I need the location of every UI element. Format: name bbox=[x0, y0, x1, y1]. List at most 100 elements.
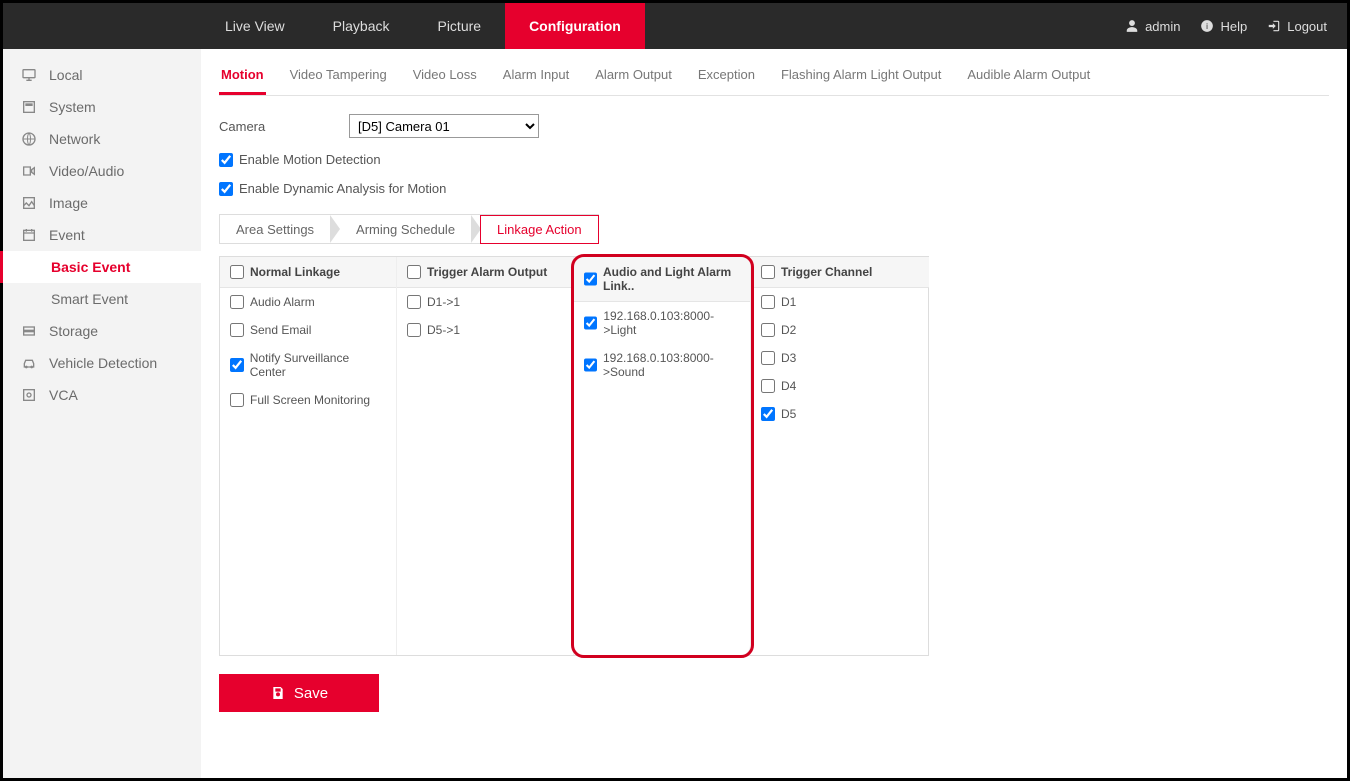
calendar-icon bbox=[21, 227, 37, 243]
enable-motion-label: Enable Motion Detection bbox=[239, 152, 381, 167]
subtab-motion[interactable]: Motion bbox=[219, 61, 266, 95]
subtab-alarm-input[interactable]: Alarm Input bbox=[501, 61, 571, 95]
linkage-col-normal: Normal Linkage Audio Alarm Send Email No… bbox=[220, 257, 397, 655]
topnav-picture[interactable]: Picture bbox=[413, 3, 505, 49]
row-checkbox[interactable] bbox=[584, 358, 597, 372]
col-header-label: Audio and Light Alarm Link.. bbox=[603, 265, 740, 293]
save-button[interactable]: Save bbox=[219, 674, 379, 712]
linkage-row: Notify Surveillance Center bbox=[220, 344, 396, 386]
sidebar-item-label: Vehicle Detection bbox=[49, 355, 157, 371]
row-checkbox[interactable] bbox=[230, 393, 244, 407]
topbar-spacer bbox=[3, 3, 201, 49]
row-label: Send Email bbox=[250, 323, 311, 337]
linkage-row: D2 bbox=[751, 316, 929, 344]
row-checkbox[interactable] bbox=[407, 295, 421, 309]
enable-dynamic-checkbox[interactable] bbox=[219, 182, 233, 196]
row-checkbox[interactable] bbox=[761, 295, 775, 309]
linkage-col-trigger-alarm: Trigger Alarm Output D1->1 D5->1 bbox=[397, 257, 574, 655]
help-icon: i bbox=[1200, 19, 1214, 33]
linkage-row: D5 bbox=[751, 400, 929, 428]
row-label: D2 bbox=[781, 323, 796, 337]
sidebar-item-label: Image bbox=[49, 195, 88, 211]
vehicle-icon bbox=[21, 355, 37, 371]
row-checkbox[interactable] bbox=[761, 407, 775, 421]
col-header-label: Normal Linkage bbox=[250, 265, 340, 279]
enable-motion-checkbox[interactable] bbox=[219, 153, 233, 167]
row-checkbox[interactable] bbox=[230, 323, 244, 337]
help-label: Help bbox=[1220, 19, 1247, 34]
row-checkbox[interactable] bbox=[761, 323, 775, 337]
enable-dynamic-label: Enable Dynamic Analysis for Motion bbox=[239, 181, 446, 196]
linkage-table: Normal Linkage Audio Alarm Send Email No… bbox=[219, 256, 929, 656]
sidebar-item-system[interactable]: System bbox=[3, 91, 201, 123]
sidebar-item-vehicle-detection[interactable]: Vehicle Detection bbox=[3, 347, 201, 379]
sidebar-item-label: Local bbox=[49, 67, 82, 83]
col-header: Trigger Alarm Output bbox=[397, 257, 573, 288]
row-label: Notify Surveillance Center bbox=[250, 351, 386, 379]
row-checkbox[interactable] bbox=[230, 358, 244, 372]
row-checkbox[interactable] bbox=[230, 295, 244, 309]
logout-label: Logout bbox=[1287, 19, 1327, 34]
sidebar-item-label: System bbox=[49, 99, 96, 115]
row-label: D5 bbox=[781, 407, 796, 421]
sidebar-item-image[interactable]: Image bbox=[3, 187, 201, 219]
col-header-label: Trigger Channel bbox=[781, 265, 872, 279]
col-header-checkbox[interactable] bbox=[584, 272, 597, 286]
row-label: D1 bbox=[781, 295, 796, 309]
sidebar-item-storage[interactable]: Storage bbox=[3, 315, 201, 347]
sidebar-sub-smart-event[interactable]: Smart Event bbox=[3, 283, 201, 315]
col-header-checkbox[interactable] bbox=[407, 265, 421, 279]
sidebar-item-vca[interactable]: VCA bbox=[3, 379, 201, 411]
stepper-sep-icon bbox=[330, 215, 340, 243]
sidebar-item-event[interactable]: Event bbox=[3, 219, 201, 251]
subtab-flashing-alarm[interactable]: Flashing Alarm Light Output bbox=[779, 61, 943, 95]
subtab-video-tampering[interactable]: Video Tampering bbox=[288, 61, 389, 95]
row-label: D3 bbox=[781, 351, 796, 365]
topnav-configuration[interactable]: Configuration bbox=[505, 3, 645, 49]
stepper: Area Settings Arming Schedule Linkage Ac… bbox=[219, 214, 599, 244]
sidebar-item-network[interactable]: Network bbox=[3, 123, 201, 155]
save-icon bbox=[270, 685, 286, 701]
content: Motion Video Tampering Video Loss Alarm … bbox=[201, 49, 1347, 778]
col-header: Normal Linkage bbox=[220, 257, 396, 288]
linkage-row: D4 bbox=[751, 372, 929, 400]
row-checkbox[interactable] bbox=[407, 323, 421, 337]
col-header-checkbox[interactable] bbox=[230, 265, 244, 279]
sidebar-item-local[interactable]: Local bbox=[3, 59, 201, 91]
camera-select[interactable]: [D5] Camera 01 bbox=[349, 114, 539, 138]
subtab-alarm-output[interactable]: Alarm Output bbox=[593, 61, 674, 95]
sidebar-sub-basic-event[interactable]: Basic Event bbox=[0, 251, 201, 283]
step-arming-schedule[interactable]: Arming Schedule bbox=[340, 216, 471, 243]
linkage-row: Full Screen Monitoring bbox=[220, 386, 396, 414]
row-label: D4 bbox=[781, 379, 796, 393]
image-icon bbox=[21, 195, 37, 211]
col-header-checkbox[interactable] bbox=[761, 265, 775, 279]
step-area-settings[interactable]: Area Settings bbox=[220, 216, 330, 243]
subtab-exception[interactable]: Exception bbox=[696, 61, 757, 95]
enable-motion-row: Enable Motion Detection bbox=[219, 152, 1329, 167]
user-label: admin bbox=[1145, 19, 1180, 34]
linkage-row: D3 bbox=[751, 344, 929, 372]
svg-text:i: i bbox=[1207, 22, 1209, 31]
subtab-audible-alarm[interactable]: Audible Alarm Output bbox=[965, 61, 1092, 95]
row-label: D1->1 bbox=[427, 295, 460, 309]
row-label: D5->1 bbox=[427, 323, 460, 337]
row-checkbox[interactable] bbox=[761, 351, 775, 365]
sidebar: Local System Network Video/Audio Image E… bbox=[3, 49, 201, 778]
topnav-live-view[interactable]: Live View bbox=[201, 3, 309, 49]
help-link[interactable]: i Help bbox=[1200, 19, 1247, 34]
logout-link[interactable]: Logout bbox=[1267, 19, 1327, 34]
sidebar-item-label: Event bbox=[49, 227, 85, 243]
subtab-video-loss[interactable]: Video Loss bbox=[411, 61, 479, 95]
vca-icon bbox=[21, 387, 37, 403]
row-checkbox[interactable] bbox=[761, 379, 775, 393]
col-header: Audio and Light Alarm Link.. bbox=[574, 257, 750, 302]
step-linkage-action[interactable]: Linkage Action bbox=[480, 215, 599, 244]
user-link[interactable]: admin bbox=[1125, 19, 1180, 34]
enable-dynamic-row: Enable Dynamic Analysis for Motion bbox=[219, 181, 1329, 196]
linkage-col-audio-light: Audio and Light Alarm Link.. 192.168.0.1… bbox=[574, 257, 751, 655]
top-nav: Live View Playback Picture Configuration bbox=[201, 3, 645, 49]
row-checkbox[interactable] bbox=[584, 316, 597, 330]
topnav-playback[interactable]: Playback bbox=[309, 3, 414, 49]
sidebar-item-video-audio[interactable]: Video/Audio bbox=[3, 155, 201, 187]
